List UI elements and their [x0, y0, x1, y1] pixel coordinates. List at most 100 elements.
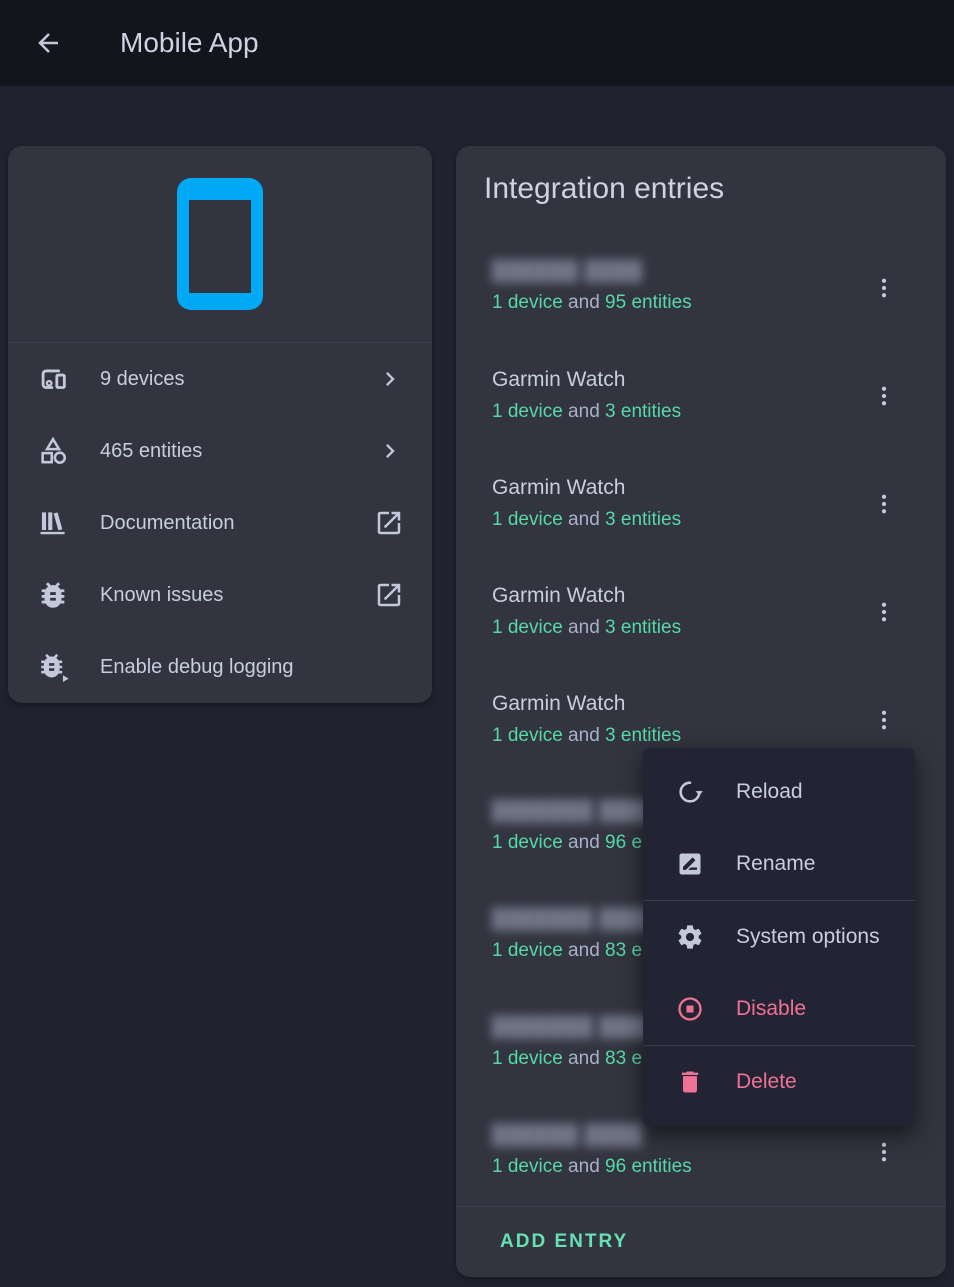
info-link-documentation[interactable]: Documentation: [8, 487, 432, 559]
shapes-icon: [36, 434, 70, 468]
open-in-new-icon: [374, 508, 404, 538]
menu-item-label: Rename: [736, 852, 815, 876]
menu-item-label: Disable: [736, 997, 806, 1021]
integration-info-card: 9 devices 465 entities Documentation Known …: [8, 146, 432, 703]
device-count-link[interactable]: 1 device: [492, 1156, 563, 1177]
entry-menu-button[interactable]: [860, 264, 908, 312]
entry-name-redacted: ██████ ████: [492, 261, 692, 283]
summary-joiner: and: [563, 832, 605, 853]
cog-icon: [676, 923, 704, 951]
entry-menu-button[interactable]: [860, 696, 908, 744]
integration-entry: Garmin Watch 1 device and 3 entities: [456, 342, 946, 450]
menu-item-label: Delete: [736, 1070, 797, 1094]
menu-item-label: Reload: [736, 780, 803, 804]
entry-summary: 1 device and 3 entities: [492, 509, 681, 531]
device-count-link[interactable]: 1 device: [492, 725, 563, 746]
integration-entry: Garmin Watch 1 device and 3 entities: [456, 450, 946, 558]
open-in-new-icon: [374, 580, 404, 610]
entry-summary: 1 device and 3 entities: [492, 401, 681, 423]
entry-name: Garmin Watch: [492, 692, 681, 716]
menu-item-label: System options: [736, 925, 880, 949]
info-link-label: Enable debug logging: [100, 656, 294, 679]
summary-joiner: and: [563, 725, 605, 746]
summary-joiner: and: [563, 292, 605, 313]
reload-icon: [676, 778, 704, 806]
entries-card-title: Integration entries: [456, 146, 946, 234]
bookshelf-icon: [36, 506, 70, 540]
kebab-icon: [869, 597, 899, 627]
device-count-link[interactable]: 1 device: [492, 401, 563, 422]
kebab-icon: [869, 1137, 899, 1167]
entity-count-link[interactable]: 3 entities: [605, 401, 681, 422]
kebab-icon: [869, 489, 899, 519]
entity-count-link[interactable]: 3 entities: [605, 617, 681, 638]
bug-icon: [36, 578, 70, 612]
menu-item-delete[interactable]: Delete: [643, 1046, 915, 1118]
entry-text: Garmin Watch 1 device and 3 entities: [492, 692, 681, 747]
entity-count-link[interactable]: 3 entities: [605, 509, 681, 530]
add-entry-button[interactable]: ADD ENTRY: [492, 1221, 636, 1263]
info-link-entities[interactable]: 465 entities: [8, 415, 432, 487]
entry-menu-button[interactable]: [860, 1128, 908, 1176]
entry-menu-button[interactable]: [860, 480, 908, 528]
entry-summary: 1 device and 3 entities: [492, 725, 681, 747]
entry-context-menu: Reload Rename System options Disable Delete: [643, 748, 915, 1126]
app-bar: Mobile App: [0, 0, 954, 86]
entry-text: Garmin Watch 1 device and 3 entities: [492, 476, 681, 531]
summary-joiner: and: [563, 509, 605, 530]
devices-icon: [36, 362, 70, 396]
entity-count-link[interactable]: 96 entities: [605, 1156, 692, 1177]
entity-count-link[interactable]: 3 entities: [605, 725, 681, 746]
kebab-icon: [869, 705, 899, 735]
page-title: Mobile App: [120, 27, 259, 59]
kebab-icon: [869, 273, 899, 303]
device-count-link[interactable]: 1 device: [492, 509, 563, 530]
device-count-link[interactable]: 1 device: [492, 292, 563, 313]
integration-icon-area: [8, 146, 432, 343]
info-link-label: 465 entities: [100, 440, 202, 463]
info-link-devices[interactable]: 9 devices: [8, 343, 432, 415]
entry-name-redacted: ██████ ████: [492, 1125, 692, 1147]
delete-icon: [676, 1068, 704, 1096]
device-count-link[interactable]: 1 device: [492, 617, 563, 638]
device-count-link[interactable]: 1 device: [492, 1048, 563, 1069]
kebab-icon: [869, 381, 899, 411]
chevron-right-icon: [376, 437, 404, 465]
entry-menu-button[interactable]: [860, 372, 908, 420]
bug-play-icon: [36, 650, 70, 684]
entry-summary: 1 device and 95 entities: [492, 292, 692, 314]
menu-item-system-options[interactable]: System options: [643, 901, 915, 973]
menu-item-rename[interactable]: Rename: [643, 828, 915, 900]
info-links: 9 devices 465 entities Documentation Known …: [8, 343, 432, 703]
summary-joiner: and: [563, 1048, 605, 1069]
back-button[interactable]: [24, 19, 72, 67]
entry-name: Garmin Watch: [492, 584, 681, 608]
info-link-label: Known issues: [100, 584, 223, 607]
entry-name: Garmin Watch: [492, 476, 681, 500]
device-count-link[interactable]: 1 device: [492, 832, 563, 853]
entry-name: Garmin Watch: [492, 368, 681, 392]
cellphone-icon: [177, 178, 263, 310]
menu-item-disable[interactable]: Disable: [643, 973, 915, 1045]
menu-item-reload[interactable]: Reload: [643, 756, 915, 828]
summary-joiner: and: [563, 617, 605, 638]
entry-summary: 1 device and 3 entities: [492, 617, 681, 639]
entry-summary: 1 device and 96 entities: [492, 1156, 692, 1178]
info-link-label: 9 devices: [100, 368, 185, 391]
info-link-debug-logging[interactable]: Enable debug logging: [8, 631, 432, 703]
stop-circle-icon: [676, 995, 704, 1023]
entry-text: ██████ ████ 1 device and 96 entities: [492, 1125, 692, 1178]
integration-entry: Garmin Watch 1 device and 3 entities: [456, 558, 946, 666]
chevron-right-icon: [376, 365, 404, 393]
info-link-known-issues[interactable]: Known issues: [8, 559, 432, 631]
summary-joiner: and: [563, 940, 605, 961]
rename-icon: [676, 850, 704, 878]
entry-text: Garmin Watch 1 device and 3 entities: [492, 584, 681, 639]
device-count-link[interactable]: 1 device: [492, 940, 563, 961]
entity-count-link[interactable]: 95 entities: [605, 292, 692, 313]
entries-footer: ADD ENTRY: [456, 1206, 946, 1277]
arrow-left-icon: [33, 28, 63, 58]
entry-text: ██████ ████ 1 device and 95 entities: [492, 261, 692, 314]
entry-menu-button[interactable]: [860, 588, 908, 636]
info-link-label: Documentation: [100, 512, 235, 535]
